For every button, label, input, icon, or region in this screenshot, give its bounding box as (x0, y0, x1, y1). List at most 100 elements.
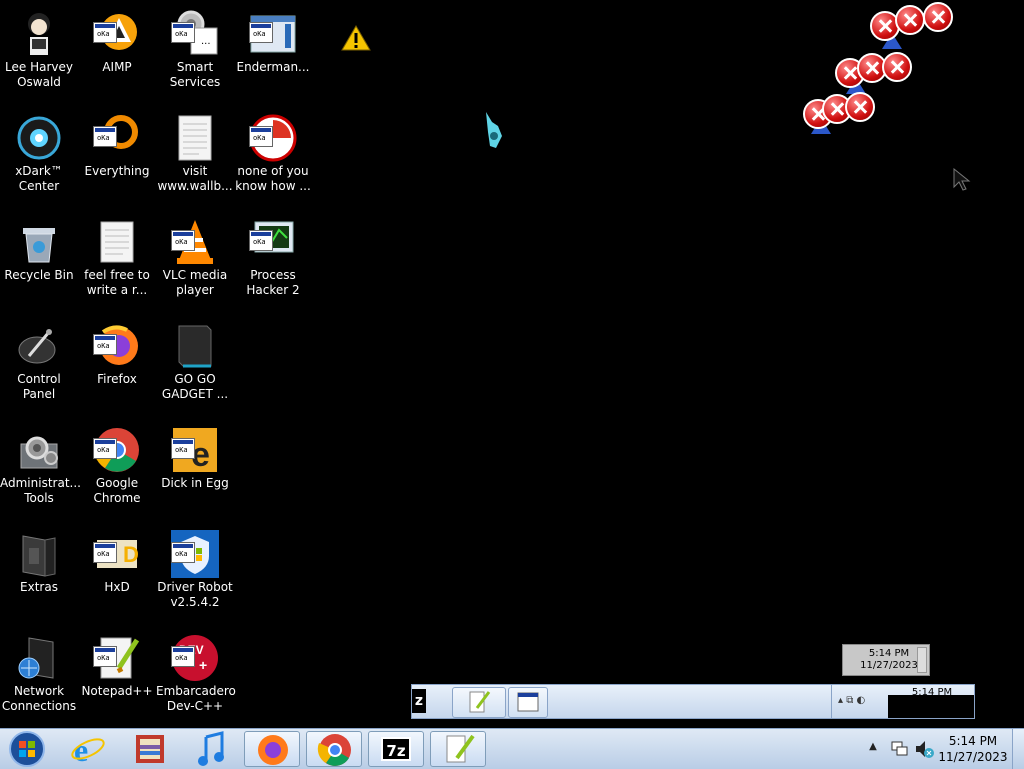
desktop-icon-label: Extras (20, 580, 58, 594)
gadget-icon (171, 322, 219, 370)
floating-warning-icon (340, 24, 372, 55)
executable-overlay-icon (249, 126, 273, 147)
character-icon (15, 10, 63, 58)
tray-volume-icon[interactable] (914, 739, 934, 759)
executable-overlay-icon (93, 438, 117, 459)
document-icon (249, 114, 297, 162)
firefox-icon (93, 322, 141, 370)
desktop-icon-visit-wallb[interactable]: visit www.wallb... (156, 108, 234, 208)
executable-overlay-icon (93, 542, 117, 563)
chrome-icon (93, 426, 141, 474)
desktop-icon-label: Notepad++ (81, 684, 153, 698)
error-icon (845, 92, 875, 122)
taskbar: e 7z ▲ 5:14 PM 11/27/2023 (0, 728, 1024, 769)
executable-overlay-icon (93, 126, 117, 147)
desktop-icon-label: Firefox (97, 372, 137, 386)
desktop-icon-label: Process Hacker 2 (246, 268, 300, 297)
taskbar-notepad-plus-plus[interactable] (430, 731, 486, 767)
desktop-icon-network-connections[interactable]: Network Connections (0, 628, 78, 728)
ghost-clock-time: 5:14 PM (868, 648, 910, 659)
svg-text:D: D (123, 542, 139, 567)
everything-icon (93, 114, 141, 162)
desktop-icon-driver-robot[interactable]: Driver Robot v2.5.4.2 (156, 524, 234, 624)
document-icon (171, 114, 219, 162)
ghost-tray-icons: ▴ ⧉ ◐ (838, 695, 866, 706)
desktop-icon-vlc-media-player[interactable]: VLC media player (156, 212, 234, 312)
desktop-icon-hxd[interactable]: D HxD (78, 524, 156, 624)
start-button[interactable] (4, 729, 50, 769)
executable-overlay-icon (249, 22, 273, 43)
xdark-orb-icon (15, 114, 63, 162)
notepad-plus-icon (93, 634, 141, 682)
desktop-icon-administrative-tools[interactable]: Administrat... Tools (0, 420, 81, 520)
desktop-icon-everything[interactable]: Everything (78, 108, 156, 208)
taskbar-7zip[interactable]: 7z (368, 731, 424, 767)
ghost-clock-fragment: 5:14 PM 11/27/2023 (842, 644, 930, 676)
desktop-icon-lee-harvey-oswald[interactable]: Lee Harvey Oswald (0, 4, 78, 104)
desktop-icon-xdark-center[interactable]: xDark™ Center (0, 108, 78, 208)
desktop-icon-notepad-plus-plus[interactable]: Notepad++ (78, 628, 156, 728)
gear-icon: ... (171, 10, 219, 58)
desktop-icon-label: Lee Harvey Oswald (5, 60, 73, 89)
folder-icon (15, 530, 63, 578)
desktop-icon-extras[interactable]: Extras (0, 524, 78, 624)
archive-manager-icon (136, 735, 164, 763)
tray-clock-time[interactable]: 5:14 PM (938, 734, 1008, 748)
executable-overlay-icon (249, 230, 273, 251)
desktop-icon-label: HxD (104, 580, 130, 594)
executable-overlay-icon (171, 22, 195, 43)
egg-icon: e (171, 426, 219, 474)
taskbar-itunes[interactable] (184, 731, 240, 767)
taskbar-internet-explorer[interactable]: e (60, 731, 116, 767)
devcpp-icon: DEV+ (171, 634, 219, 682)
network-icon (15, 634, 63, 682)
ghost-black-block (888, 695, 974, 718)
7zip-icon: 7z (381, 737, 411, 761)
desktop-icon-process-hacker[interactable]: Process Hacker 2 (234, 212, 312, 312)
vlc-cone-icon (171, 218, 219, 266)
desktop-icon-google-chrome[interactable]: Google Chrome (78, 420, 156, 520)
desktop-icon-embarcadero-devcpp[interactable]: DEV+ Embarcadero Dev-C++ (156, 628, 236, 728)
desktop-icon-label: AIMP (102, 60, 132, 74)
desktop-icon-go-go-gadget[interactable]: GO GO GADGET ... (156, 316, 234, 416)
executable-overlay-icon (171, 542, 195, 563)
desktop-icon-firefox[interactable]: Firefox (78, 316, 156, 416)
desktop-icon-control-panel[interactable]: Control Panel (0, 316, 78, 416)
desktop-icon-label: Smart Services (169, 60, 221, 89)
tray-network-icon[interactable] (890, 739, 908, 757)
aimp-icon (93, 10, 141, 58)
admin-tools-icon (15, 426, 63, 474)
executable-overlay-icon (171, 438, 195, 459)
ghost-window-button[interactable] (508, 687, 548, 718)
executable-overlay-icon (93, 334, 117, 355)
ghost-7zip-button[interactable]: z (412, 689, 426, 713)
firefox-icon (258, 735, 288, 765)
desktop-icon-recycle-bin[interactable]: Recycle Bin (0, 212, 78, 312)
desktop-icon-none-of-you-know[interactable]: none of you know how ... (234, 108, 312, 208)
ghost-notepad-plus-button[interactable] (452, 687, 506, 718)
desktop-icon-smart-services[interactable]: ... Smart Services (156, 4, 234, 104)
taskbar-chrome[interactable] (306, 731, 362, 767)
windows-orb-icon (9, 731, 45, 767)
svg-text:...: ... (201, 36, 211, 47)
desktop-icon-feel-free-to-write[interactable]: feel free to write a r... (78, 212, 156, 312)
desktop-icon-aimp[interactable]: AIMP (78, 4, 156, 104)
desktop-icon-label: Embarcadero Dev-C++ (156, 684, 236, 713)
desktop-icon-dick-in-egg[interactable]: e Dick in Egg (156, 420, 234, 520)
desktop-icon-label: Recycle Bin (4, 268, 74, 282)
taskbar-archive-manager[interactable] (122, 731, 178, 767)
desktop-icon-label: VLC media player (162, 268, 228, 297)
desktop-icon-label: Google Chrome (93, 476, 141, 505)
tray-clock-date[interactable]: 11/27/2023 (938, 750, 1008, 764)
tray-overflow-button[interactable]: ▲ (866, 741, 880, 755)
executable-overlay-icon (171, 646, 195, 667)
error-icon (895, 5, 925, 35)
control-panel-icon (15, 322, 63, 370)
desktop-icon-enderman[interactable]: Enderman... (234, 4, 312, 104)
executable-overlay-icon (171, 230, 195, 251)
document-icon (93, 218, 141, 266)
executable-overlay-icon (93, 22, 117, 43)
7zip-label: 7z (386, 742, 406, 760)
taskbar-firefox[interactable] (244, 731, 300, 767)
show-desktop-button[interactable] (1012, 729, 1024, 769)
